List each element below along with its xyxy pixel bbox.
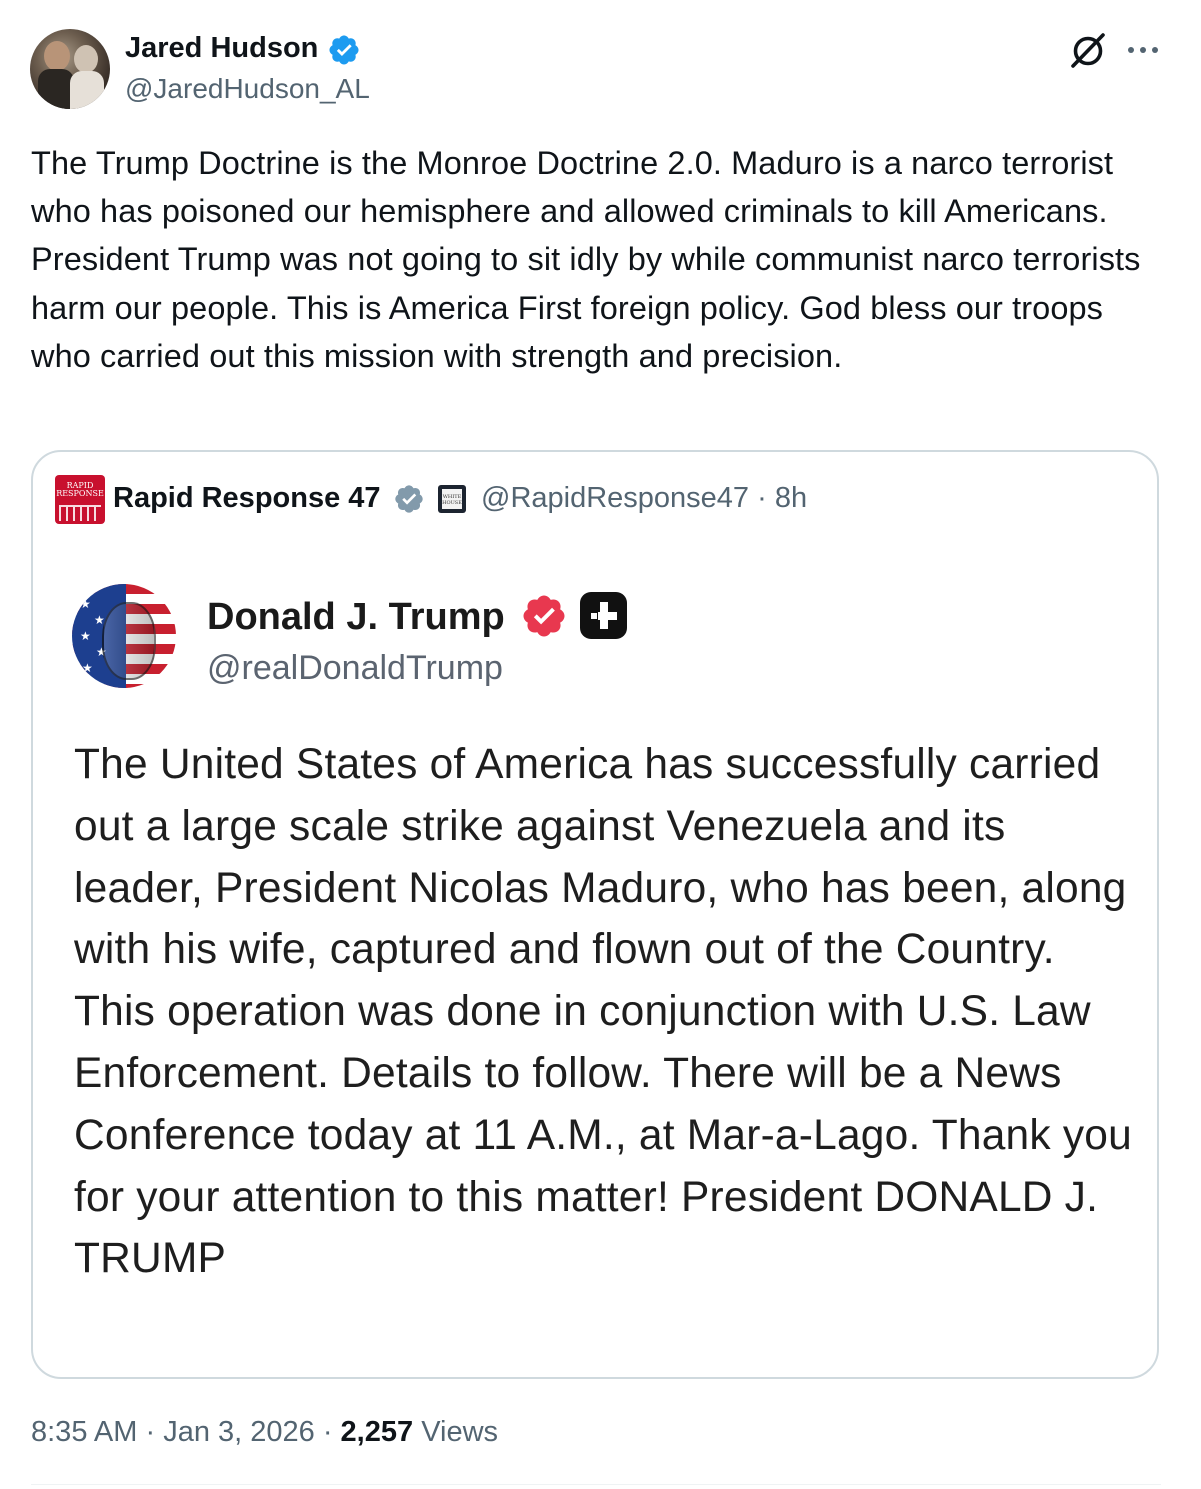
quote-post-age[interactable]: 8h: [775, 482, 807, 514]
verified-badge-icon: [329, 35, 359, 65]
grok-icon[interactable]: [1068, 30, 1108, 70]
avatar-figure: [44, 41, 70, 71]
separator-dot: ·: [749, 482, 775, 514]
views-count[interactable]: 2,257: [341, 1416, 414, 1448]
truth-plus-icon: [580, 592, 627, 639]
embedded-post-text: The United States of America has success…: [74, 741, 1132, 1283]
white-house-graphic: [59, 505, 101, 521]
separator-space: [413, 1416, 421, 1448]
verified-pink-badge-icon: [523, 595, 565, 637]
post-metadata: 8:35 AM · Jan 3, 2026 · 2,257 Views: [31, 1414, 498, 1450]
post-date[interactable]: Jan 3, 2026: [163, 1416, 315, 1448]
author-handle[interactable]: @JaredHudson_AL: [125, 72, 370, 106]
post-time[interactable]: 8:35 AM: [31, 1416, 137, 1448]
avatar-logo-text: RESPONSE: [56, 489, 104, 498]
affiliate-badge-seal: WHITE HOUSE: [442, 489, 462, 509]
star-icon: ★: [80, 629, 91, 643]
white-house-affiliate-badge[interactable]: WHITE HOUSE: [438, 485, 466, 513]
separator-dot: ·: [137, 1416, 164, 1448]
embedded-author-avatar: ★ ★ ★ ★ ★: [72, 584, 176, 688]
quote-author-avatar[interactable]: RAPID RESPONSE: [55, 475, 105, 524]
affiliate-badge-text: HOUSE: [442, 500, 462, 506]
more-icon[interactable]: [1124, 36, 1162, 64]
embedded-author-handle: @realDonaldTrump: [207, 649, 503, 687]
quote-author-name[interactable]: Rapid Response 47: [113, 481, 381, 515]
author-avatar[interactable]: [30, 29, 110, 109]
embedded-author-name: Donald J. Trump: [207, 596, 505, 638]
quote-author-handle[interactable]: @RapidResponse47: [481, 482, 749, 514]
portrait-face: [102, 602, 156, 680]
separator-dot: ·: [314, 1416, 341, 1448]
star-icon: ★: [82, 661, 93, 675]
quote-handle-and-time: @RapidResponse47 · 8h: [481, 481, 807, 515]
star-icon: ★: [80, 597, 91, 611]
divider: [31, 1484, 1161, 1485]
author-name[interactable]: Jared Hudson: [125, 31, 318, 65]
verified-gray-badge-icon: [395, 485, 423, 513]
avatar-figure: [38, 69, 74, 109]
tweet-text: The Trump Doctrine is the Monroe Doctrin…: [31, 145, 1141, 374]
views-label[interactable]: Views: [421, 1416, 498, 1448]
avatar-figure: [74, 45, 98, 73]
avatar-figure: [70, 71, 104, 109]
